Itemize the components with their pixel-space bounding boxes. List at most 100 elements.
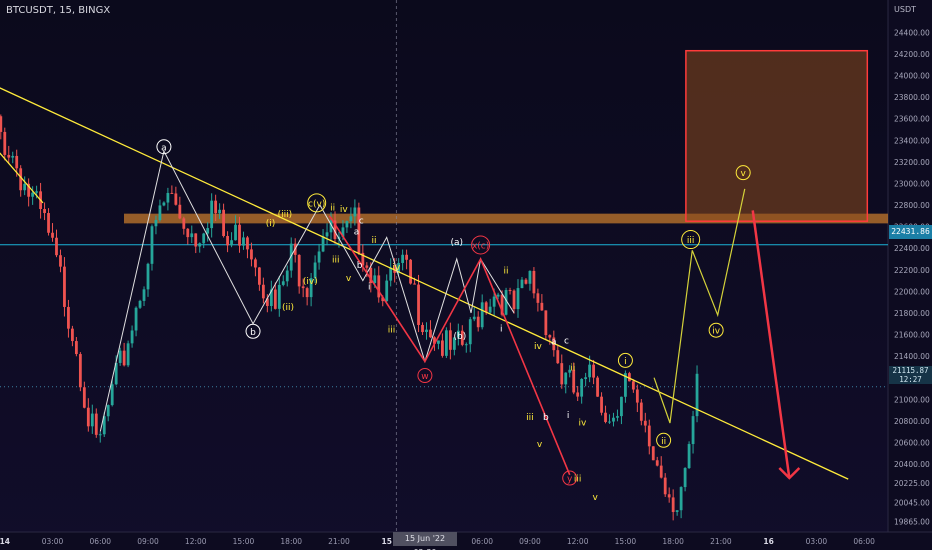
- candle-body: [222, 209, 225, 237]
- candle-body: [444, 330, 448, 356]
- candle-body: [55, 237, 58, 256]
- candle-body: [47, 213, 50, 233]
- candle-body: [7, 154, 11, 158]
- wave-label: (iv): [303, 277, 318, 287]
- candle-body: [667, 494, 671, 498]
- wave-label: (iii): [278, 210, 293, 220]
- candle-body: [194, 233, 198, 247]
- candle-body: [74, 341, 78, 355]
- candle-body: [345, 221, 349, 228]
- candle-body: [242, 237, 245, 246]
- candle-body: [651, 446, 655, 461]
- candle-body: [600, 396, 603, 413]
- wave-label: c: [359, 217, 364, 227]
- candle-body: [413, 283, 416, 285]
- wave-label: iv: [579, 418, 588, 428]
- candle-body: [608, 421, 611, 423]
- candle-body: [142, 289, 146, 301]
- price-chart[interactable]: abc(v)(iii)(i)(ii)(iv)ii ivcaiiivbiiiivii…: [0, 0, 932, 550]
- candle-body: [31, 192, 35, 197]
- y-tick-label: 20045.00: [894, 498, 930, 507]
- candle-body: [78, 354, 82, 388]
- wave-label: x(c): [472, 241, 489, 251]
- wave-label: (ii): [282, 303, 294, 313]
- x-tick-label: 12:00: [185, 537, 207, 546]
- candle-body: [238, 224, 241, 246]
- candle-body: [190, 233, 194, 238]
- candle-body: [186, 228, 190, 238]
- y-tick-label: 24400.00: [894, 28, 930, 37]
- candle-body: [560, 363, 564, 385]
- wave-label: b: [357, 261, 363, 271]
- reference-price-tag: 22431.86: [889, 225, 932, 239]
- candle-body: [67, 306, 70, 329]
- candle-body: [126, 343, 130, 366]
- candle-body: [616, 416, 619, 418]
- x-tick-label: 12:00: [567, 537, 589, 546]
- candle-body: [421, 324, 424, 333]
- candle-body: [405, 254, 409, 260]
- wave-label: (a): [450, 238, 463, 248]
- wave-label: iii: [388, 326, 396, 336]
- candle-body: [59, 255, 62, 267]
- wave-label: i: [368, 282, 371, 292]
- candle-body: [576, 392, 580, 397]
- candle-body: [178, 204, 182, 219]
- candle-body: [35, 191, 39, 193]
- candle-body: [492, 296, 496, 307]
- candle-body: [401, 254, 405, 263]
- candle-body: [206, 228, 210, 234]
- x-tick-label: 03:00: [806, 537, 828, 546]
- y-tick-label: 20225.00: [894, 479, 930, 488]
- wave-label: iv: [392, 263, 401, 273]
- candle-body: [683, 468, 687, 488]
- candle-body: [277, 284, 281, 309]
- candle-body: [536, 293, 540, 303]
- candle-body: [488, 306, 492, 313]
- candle-body: [532, 270, 536, 294]
- wave-label: ii: [371, 236, 376, 246]
- wave-label: ii: [570, 363, 575, 373]
- x-tick-label: 14: [0, 537, 10, 546]
- last-price-tag: 21115.87 12:27: [889, 366, 932, 384]
- candle-body: [154, 220, 158, 227]
- wave-label: iv: [340, 205, 349, 215]
- candle-body: [349, 216, 353, 222]
- candle-body: [257, 267, 261, 285]
- candle-body: [468, 319, 472, 345]
- y-tick-label: 19865.00: [894, 518, 930, 527]
- candle-body: [234, 224, 237, 241]
- y-tick-label: 24200.00: [894, 50, 930, 59]
- candle-body: [134, 307, 138, 331]
- candle-body: [317, 251, 321, 263]
- y-tick-label: 20400.00: [894, 460, 930, 469]
- candle-body: [214, 200, 218, 214]
- wave-label: b: [543, 413, 549, 423]
- candle-body: [544, 310, 548, 336]
- candle-body: [202, 233, 206, 244]
- wave-label: iii: [332, 255, 340, 265]
- candle-body: [635, 389, 639, 403]
- symbol-title: BTCUSDT, 15, BINGX: [6, 5, 111, 16]
- y-tick-label: 21600.00: [894, 331, 930, 340]
- candle-body: [106, 405, 110, 417]
- candle-body: [409, 259, 412, 284]
- candle-body: [564, 372, 568, 385]
- y-tick-label: 20800.00: [894, 417, 930, 426]
- candle-body: [281, 281, 285, 285]
- projection-path: [653, 188, 746, 424]
- wave-label: a: [161, 143, 167, 153]
- y-tick-label: 21000.00: [894, 395, 930, 404]
- candle-body: [110, 384, 114, 406]
- wave-label: c(v): [308, 199, 325, 209]
- candle-body: [325, 232, 329, 237]
- wave-label: iv: [534, 342, 543, 352]
- wave-label: v: [741, 169, 747, 179]
- wave-label: a: [354, 227, 360, 237]
- candle-body: [612, 417, 615, 422]
- candle-body: [353, 207, 357, 217]
- candle-body: [679, 487, 683, 511]
- candle-body: [584, 377, 588, 380]
- candle-body: [305, 288, 309, 298]
- candle-body: [90, 413, 94, 427]
